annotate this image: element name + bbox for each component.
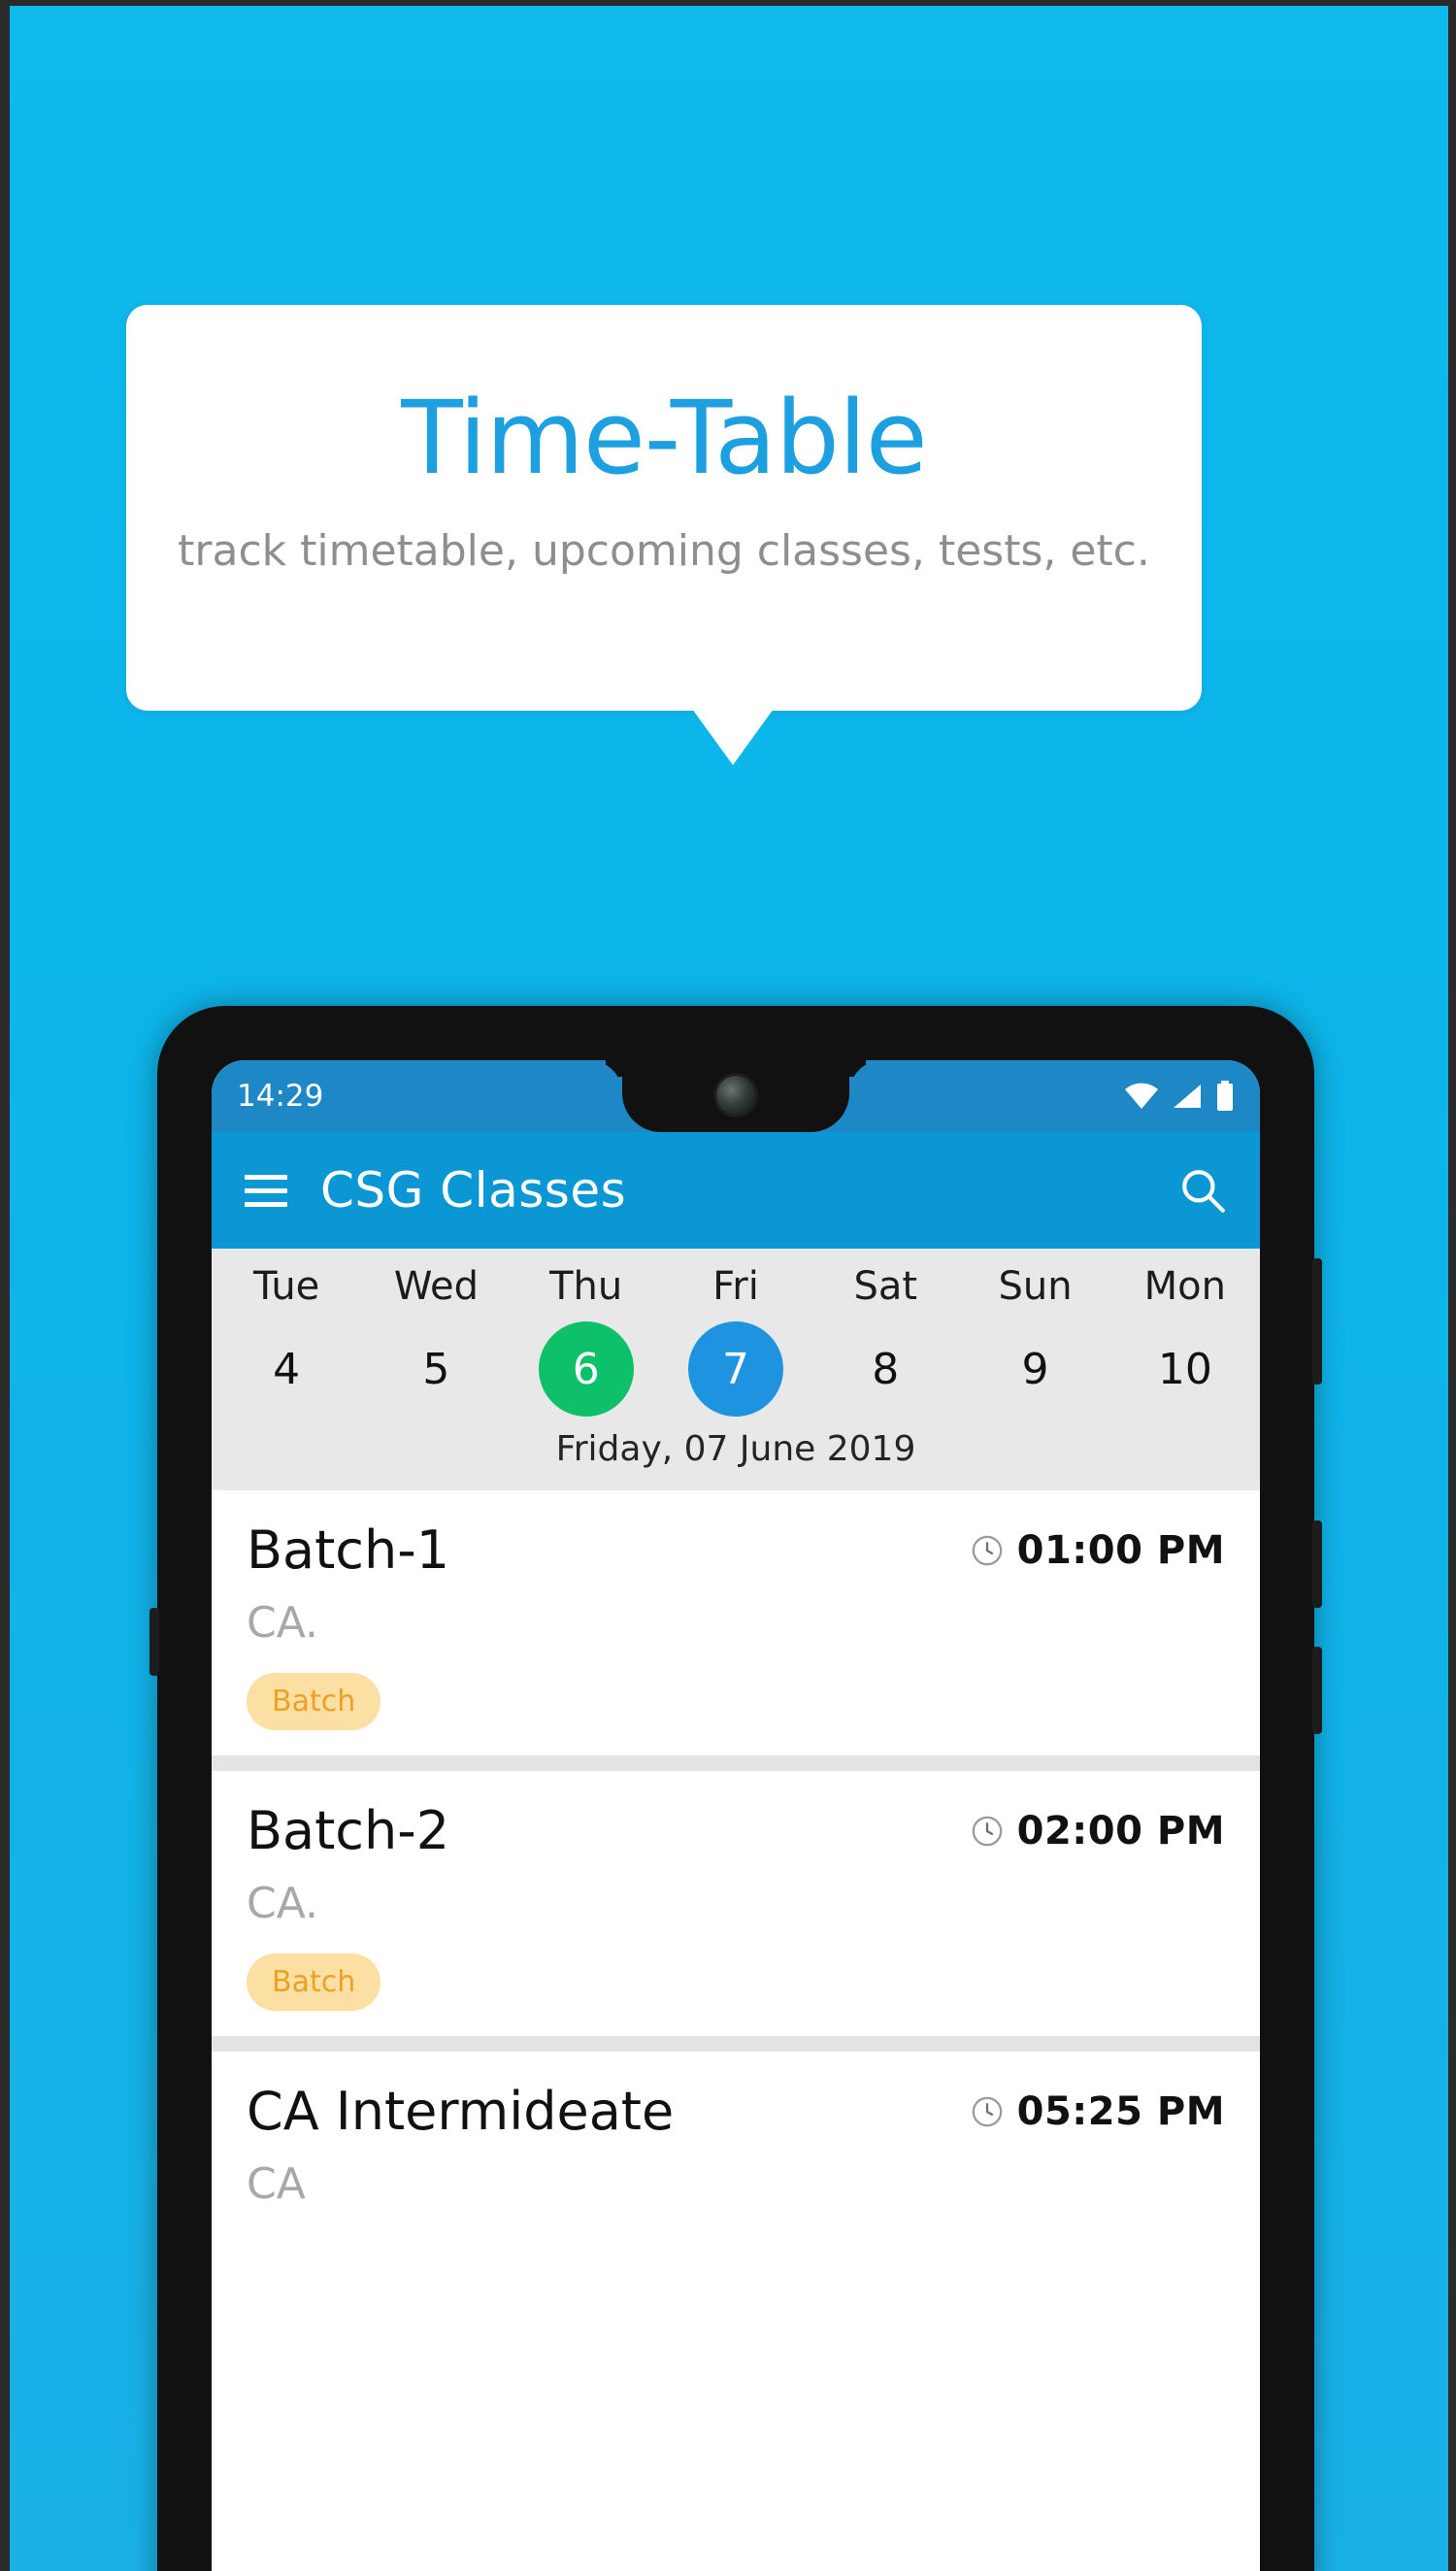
day-name: Mon xyxy=(1143,1264,1226,1309)
class-time-group: 01:00 PM xyxy=(971,1528,1225,1573)
status-bar-icons xyxy=(1124,1081,1235,1112)
class-card[interactable]: Batch-2 02:00 PM CA. Batch xyxy=(212,1771,1260,2036)
phone-volume-down-button xyxy=(1312,1520,1322,1608)
day-number-cell[interactable]: 6 xyxy=(512,1319,661,1419)
class-card-header: Batch-2 02:00 PM xyxy=(247,1800,1225,1861)
day-number-cell[interactable]: 9 xyxy=(960,1319,1109,1419)
app-toolbar: CSG Classes xyxy=(212,1132,1260,1249)
day-name: Fri xyxy=(712,1264,759,1309)
day-name: Wed xyxy=(393,1264,480,1309)
search-icon[interactable] xyxy=(1178,1166,1227,1215)
status-bar-time: 14:29 xyxy=(237,1079,324,1114)
front-camera-icon xyxy=(716,1076,755,1115)
class-time: 02:00 PM xyxy=(1016,1808,1225,1853)
app-title: CSG Classes xyxy=(320,1162,627,1219)
phone-volume-up-button xyxy=(1312,1258,1322,1385)
class-time-group: 05:25 PM xyxy=(971,2089,1225,2134)
class-card[interactable]: Batch-1 01:00 PM CA. Batch xyxy=(212,1490,1260,1755)
day-number[interactable]: 4 xyxy=(239,1321,334,1417)
day-number[interactable]: 6 xyxy=(538,1321,634,1417)
day-number-cell[interactable]: 4 xyxy=(212,1319,361,1419)
class-list: Batch-1 01:00 PM CA. Batch Batch-2 02:00 PM CA… xyxy=(212,1490,1260,2234)
class-badge: Batch xyxy=(247,1953,381,2011)
clock-icon xyxy=(972,1816,1002,1846)
day-number-row: 4 5 6 7 8 9 10 xyxy=(212,1319,1260,1419)
promo-subtitle: track timetable, upcoming classes, tests… xyxy=(178,526,1150,576)
phone-power-button xyxy=(1312,1647,1322,1734)
day-name: Tue xyxy=(252,1264,320,1309)
day-number[interactable]: 8 xyxy=(838,1321,933,1417)
screenshot-root: Time-Table track timetable, upcoming cla… xyxy=(0,0,1456,2571)
class-subject: CA. xyxy=(247,1598,319,1648)
class-time: 05:25 PM xyxy=(1016,2088,1225,2134)
day-number[interactable]: 5 xyxy=(388,1321,483,1417)
day-number[interactable]: 9 xyxy=(988,1321,1083,1417)
day-number-cell[interactable]: 5 xyxy=(361,1319,511,1419)
day-number[interactable]: 7 xyxy=(687,1321,783,1417)
class-badge: Batch xyxy=(247,1673,381,1730)
phone-notch xyxy=(622,1060,849,1132)
day-name: Thu xyxy=(549,1264,623,1309)
class-subject: CA. xyxy=(247,1879,319,1928)
class-time: 01:00 PM xyxy=(1016,1527,1225,1573)
class-title: CA Intermideate xyxy=(247,2081,675,2142)
phone-screen: 14:29 CSG Classes Tue Wed Thu Fri Sat Su… xyxy=(212,1060,1260,2571)
clock-icon xyxy=(972,2096,1002,2126)
day-name: Sun xyxy=(998,1264,1073,1309)
class-card[interactable]: CA Intermideate 05:25 PM CA xyxy=(212,2052,1260,2234)
day-name: Sat xyxy=(853,1264,918,1309)
promo-card-tail xyxy=(692,709,774,765)
promo-title: Time-Table xyxy=(401,379,927,497)
phone-mockup: 14:29 CSG Classes Tue Wed Thu Fri Sat Su… xyxy=(149,1006,1322,2571)
class-subject: CA xyxy=(247,2159,306,2209)
week-strip: Tue Wed Thu Fri Sat Sun Mon 4 5 6 7 8 9 10 Friday, 0… xyxy=(212,1249,1260,1490)
day-number[interactable]: 10 xyxy=(1138,1321,1233,1417)
signal-icon xyxy=(1174,1085,1201,1108)
battery-icon xyxy=(1217,1081,1233,1111)
day-number-cell[interactable]: 8 xyxy=(811,1319,960,1419)
hamburger-menu-icon[interactable] xyxy=(245,1174,287,1207)
wifi-icon xyxy=(1125,1083,1158,1109)
class-title: Batch-2 xyxy=(247,1800,450,1861)
promo-background: Time-Table track timetable, upcoming cla… xyxy=(10,6,1448,2571)
clock-icon xyxy=(972,1535,1002,1565)
class-time-group: 02:00 PM xyxy=(971,1809,1225,1853)
day-number-cell[interactable]: 7 xyxy=(661,1319,811,1419)
phone-side-key xyxy=(149,1608,159,1676)
promo-card: Time-Table track timetable, upcoming cla… xyxy=(126,305,1202,711)
class-card-header: CA Intermideate 05:25 PM xyxy=(247,2081,1225,2142)
class-title: Batch-1 xyxy=(247,1519,450,1581)
class-card-header: Batch-1 01:00 PM xyxy=(247,1519,1225,1581)
day-name-row: Tue Wed Thu Fri Sat Sun Mon xyxy=(212,1264,1260,1309)
day-number-cell[interactable]: 10 xyxy=(1110,1319,1260,1419)
selected-full-date: Friday, 07 June 2019 xyxy=(555,1429,916,1469)
